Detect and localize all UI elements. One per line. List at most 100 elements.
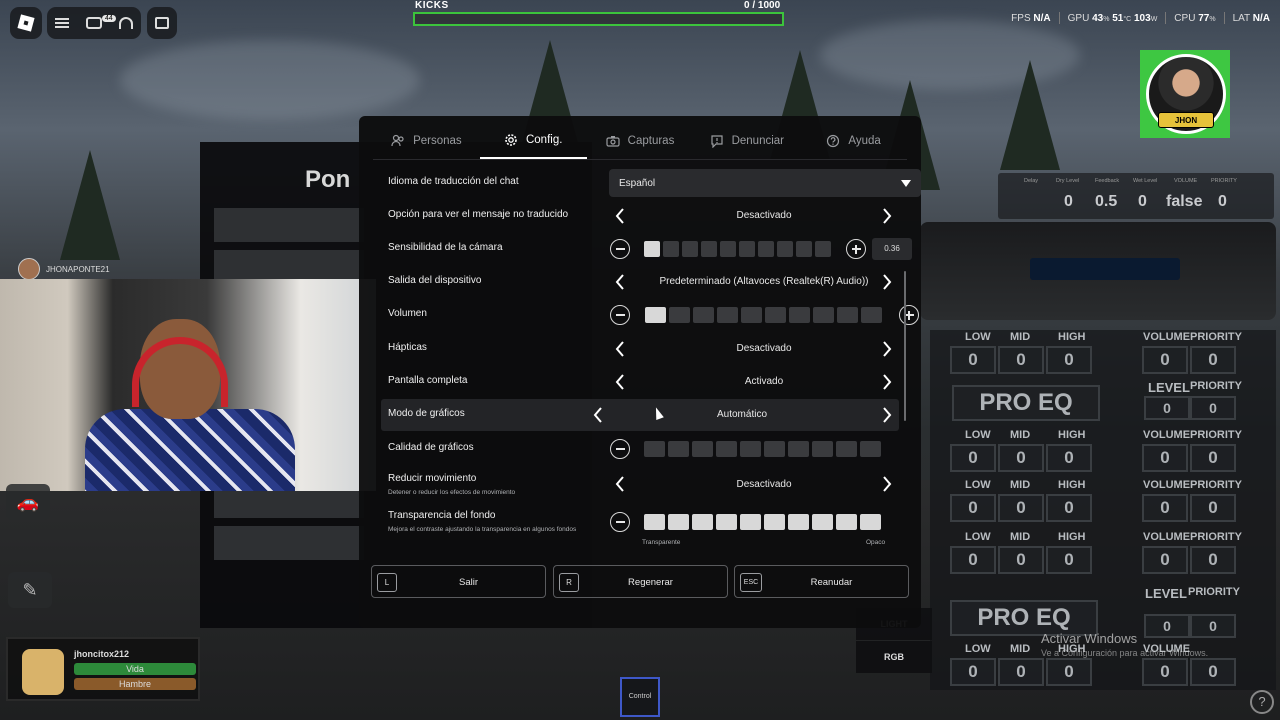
- slider-segment[interactable]: [764, 441, 785, 457]
- eq-mid-value[interactable]: 0: [998, 346, 1044, 374]
- eq-high-value[interactable]: 0: [1046, 658, 1092, 686]
- eq-high-value[interactable]: 0: [1046, 346, 1092, 374]
- eq-volume-value[interactable]: 0: [1142, 346, 1188, 374]
- slider-segment[interactable]: [668, 441, 689, 457]
- plus-icon[interactable]: [846, 239, 866, 259]
- slider-segment[interactable]: [740, 441, 761, 457]
- chevron-right-icon[interactable]: [877, 338, 897, 360]
- chevron-left-icon[interactable]: [610, 338, 630, 360]
- eq-mid-value[interactable]: 0: [998, 658, 1044, 686]
- setting-graphics-mode[interactable]: Modo de gráficos Automático: [381, 399, 899, 431]
- chevron-right-icon[interactable]: [877, 371, 897, 393]
- roblox-menu-button[interactable]: [10, 7, 42, 39]
- slider-segment[interactable]: [692, 441, 713, 457]
- slider-segment[interactable]: [644, 241, 660, 257]
- eq-volume-value[interactable]: 0: [1142, 494, 1188, 522]
- plus-icon[interactable]: [899, 305, 919, 325]
- screen-capture-button[interactable]: [147, 7, 177, 39]
- slider-segment[interactable]: [789, 307, 810, 323]
- hamburger-menu-icon[interactable]: [55, 18, 70, 28]
- eq-low-value[interactable]: 0: [950, 494, 996, 522]
- slider-segment[interactable]: [669, 307, 690, 323]
- slider-segment[interactable]: [788, 441, 809, 457]
- chevron-right-icon[interactable]: [877, 271, 897, 293]
- eq-priority-value[interactable]: 0: [1190, 346, 1236, 374]
- graphics-quality-slider[interactable]: [644, 441, 881, 457]
- slider-segment[interactable]: [720, 241, 736, 257]
- tab-ayuda[interactable]: Ayuda: [800, 122, 907, 159]
- slider-segment[interactable]: [812, 514, 833, 530]
- eq-level-value[interactable]: 0: [1144, 614, 1190, 638]
- slider-segment[interactable]: [741, 307, 762, 323]
- slider-segment[interactable]: [645, 307, 666, 323]
- slider-segment[interactable]: [837, 307, 858, 323]
- minus-icon[interactable]: [610, 305, 630, 325]
- chat-language-dropdown[interactable]: Español: [609, 169, 921, 197]
- chevron-right-icon[interactable]: [877, 473, 897, 495]
- eq-high-value[interactable]: 0: [1046, 546, 1092, 574]
- tab-config[interactable]: Config.: [479, 122, 587, 159]
- tool-icon[interactable]: ✎: [8, 572, 52, 608]
- slider-segment[interactable]: [693, 307, 714, 323]
- transparency-slider[interactable]: [644, 514, 881, 530]
- eq-volume-value[interactable]: 0: [1142, 658, 1188, 686]
- slider-segment[interactable]: [644, 514, 665, 530]
- volume-slider[interactable]: [645, 307, 882, 323]
- eq-priority-value[interactable]: 0: [1190, 494, 1236, 522]
- slider-segment[interactable]: [836, 441, 857, 457]
- slider-segment[interactable]: [777, 241, 793, 257]
- eq-high-value[interactable]: 0: [1046, 444, 1092, 472]
- eq-low-value[interactable]: 0: [950, 346, 996, 374]
- eq-priority-value[interactable]: 0: [1190, 444, 1236, 472]
- eq-priority-value[interactable]: 0: [1190, 546, 1236, 574]
- slider-segment[interactable]: [716, 514, 737, 530]
- resume-button[interactable]: ESC Reanudar: [734, 565, 909, 598]
- minus-icon[interactable]: [610, 512, 630, 532]
- slider-segment[interactable]: [812, 441, 833, 457]
- tab-denunciar[interactable]: Denunciar: [693, 122, 800, 159]
- help-button[interactable]: ?: [1250, 690, 1274, 714]
- chevron-left-icon[interactable]: [588, 404, 608, 426]
- minus-icon[interactable]: [610, 439, 630, 459]
- slider-segment[interactable]: [682, 241, 698, 257]
- slider-segment[interactable]: [796, 241, 812, 257]
- slider-segment[interactable]: [860, 441, 881, 457]
- minus-icon[interactable]: [610, 239, 630, 259]
- slider-segment[interactable]: [861, 307, 882, 323]
- control-button[interactable]: Control: [620, 677, 660, 717]
- slider-segment[interactable]: [815, 241, 831, 257]
- slider-segment[interactable]: [692, 514, 713, 530]
- slider-segment[interactable]: [836, 514, 857, 530]
- tab-capturas[interactable]: Capturas: [587, 122, 694, 159]
- camera-sensitivity-value[interactable]: 0.36: [872, 238, 912, 260]
- eq-priority-value[interactable]: 0: [1190, 396, 1236, 420]
- eq-volume-value[interactable]: 0: [1142, 546, 1188, 574]
- slider-segment[interactable]: [740, 514, 761, 530]
- chevron-right-icon[interactable]: [877, 205, 897, 227]
- slider-segment[interactable]: [716, 441, 737, 457]
- chevron-left-icon[interactable]: [610, 271, 630, 293]
- eq-mid-value[interactable]: 0: [998, 546, 1044, 574]
- camera-sensitivity-slider[interactable]: [644, 241, 831, 257]
- headphones-icon[interactable]: [118, 17, 133, 29]
- slider-segment[interactable]: [813, 307, 834, 323]
- respawn-button[interactable]: R Regenerar: [553, 565, 728, 598]
- eq-volume-value[interactable]: 0: [1142, 444, 1188, 472]
- slider-segment[interactable]: [701, 241, 717, 257]
- slider-segment[interactable]: [788, 514, 809, 530]
- eq-priority-value[interactable]: 0: [1190, 658, 1236, 686]
- chevron-left-icon[interactable]: [610, 371, 630, 393]
- eq-mid-value[interactable]: 0: [998, 444, 1044, 472]
- settings-scrollbar[interactable]: [904, 271, 906, 421]
- eq-low-value[interactable]: 0: [950, 546, 996, 574]
- eq-priority-value[interactable]: 0: [1190, 614, 1236, 638]
- slider-segment[interactable]: [765, 307, 786, 323]
- slider-segment[interactable]: [758, 241, 774, 257]
- slider-segment[interactable]: [663, 241, 679, 257]
- chevron-left-icon[interactable]: [610, 205, 630, 227]
- slider-segment[interactable]: [860, 514, 881, 530]
- slider-segment[interactable]: [739, 241, 755, 257]
- exit-button[interactable]: L Salir: [371, 565, 546, 598]
- chevron-right-icon[interactable]: [877, 404, 897, 426]
- slider-segment[interactable]: [668, 514, 689, 530]
